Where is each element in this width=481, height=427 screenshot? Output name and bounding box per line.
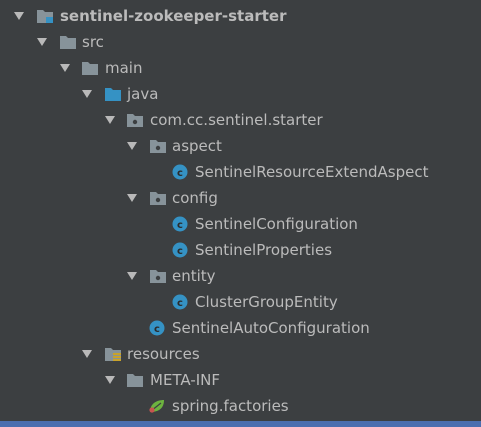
tree-item-label: SentinelConfiguration xyxy=(195,215,358,233)
svg-text:c: c xyxy=(177,220,183,231)
expand-arrow-icon[interactable] xyxy=(127,194,137,202)
expand-arrow-icon[interactable] xyxy=(105,376,115,384)
project-tree: sentinel-zookeeper-starter src main java xyxy=(0,0,481,427)
selection-strip xyxy=(0,421,481,427)
tree-item-label: META-INF xyxy=(150,371,221,389)
svg-text:c: c xyxy=(177,298,183,309)
class-icon: c xyxy=(171,216,189,232)
class-icon: c xyxy=(171,242,189,258)
folder-icon xyxy=(81,60,99,76)
tree-item-class[interactable]: c SentinelAutoConfiguration xyxy=(0,315,481,341)
package-icon xyxy=(149,138,167,154)
expand-arrow-icon[interactable] xyxy=(82,90,92,98)
expand-arrow-icon[interactable] xyxy=(127,272,137,280)
svg-text:c: c xyxy=(177,168,183,179)
package-icon xyxy=(149,190,167,206)
expand-arrow-icon[interactable] xyxy=(37,38,47,46)
spring-leaf-icon xyxy=(148,398,166,414)
svg-text:c: c xyxy=(154,324,160,335)
tree-item-label: ClusterGroupEntity xyxy=(195,293,338,311)
expand-arrow-icon[interactable] xyxy=(127,142,137,150)
tree-item-meta-inf[interactable]: META-INF xyxy=(0,367,481,393)
module-folder-icon xyxy=(36,8,54,24)
tree-item-label: SentinelResourceExtendAspect xyxy=(195,163,429,181)
tree-item-label: config xyxy=(172,189,218,207)
source-root-folder-icon xyxy=(104,86,122,102)
tree-item-main[interactable]: main xyxy=(0,55,481,81)
tree-item-config[interactable]: config xyxy=(0,185,481,211)
folder-icon xyxy=(59,34,77,50)
package-icon xyxy=(149,268,167,284)
tree-item-class[interactable]: c SentinelResourceExtendAspect xyxy=(0,159,481,185)
package-icon xyxy=(126,112,144,128)
tree-item-label: java xyxy=(127,85,159,103)
tree-item-resources[interactable]: resources xyxy=(0,341,481,367)
tree-item-label: SentinelAutoConfiguration xyxy=(172,319,370,337)
tree-item-label: SentinelProperties xyxy=(195,241,333,259)
expand-arrow-icon[interactable] xyxy=(60,64,70,72)
tree-item-class[interactable]: c SentinelProperties xyxy=(0,237,481,263)
tree-item-label: src xyxy=(82,33,104,51)
tree-item-package[interactable]: com.cc.sentinel.starter xyxy=(0,107,481,133)
tree-item-label: aspect xyxy=(172,137,222,155)
tree-item-class[interactable]: c SentinelConfiguration xyxy=(0,211,481,237)
expand-arrow-icon[interactable] xyxy=(14,12,24,20)
tree-item-root[interactable]: sentinel-zookeeper-starter xyxy=(0,3,481,29)
tree-item-java[interactable]: java xyxy=(0,81,481,107)
class-icon: c xyxy=(171,164,189,180)
tree-item-label: entity xyxy=(172,267,216,285)
tree-item-label: spring.factories xyxy=(172,397,289,415)
tree-item-label: sentinel-zookeeper-starter xyxy=(60,7,287,25)
expand-arrow-icon[interactable] xyxy=(105,116,115,124)
tree-item-label: resources xyxy=(127,345,200,363)
expand-arrow-icon[interactable] xyxy=(82,350,92,358)
tree-item-aspect[interactable]: aspect xyxy=(0,133,481,159)
tree-item-label: com.cc.sentinel.starter xyxy=(150,111,323,129)
tree-item-class[interactable]: c ClusterGroupEntity xyxy=(0,289,481,315)
svg-text:c: c xyxy=(177,246,183,257)
tree-item-src[interactable]: src xyxy=(0,29,481,55)
tree-item-spring-factories[interactable]: spring.factories xyxy=(0,393,481,419)
folder-icon xyxy=(126,372,144,388)
tree-item-label: main xyxy=(105,59,143,77)
tree-item-entity[interactable]: entity xyxy=(0,263,481,289)
resources-folder-icon xyxy=(104,346,122,362)
class-icon: c xyxy=(148,320,166,336)
class-icon: c xyxy=(171,294,189,310)
